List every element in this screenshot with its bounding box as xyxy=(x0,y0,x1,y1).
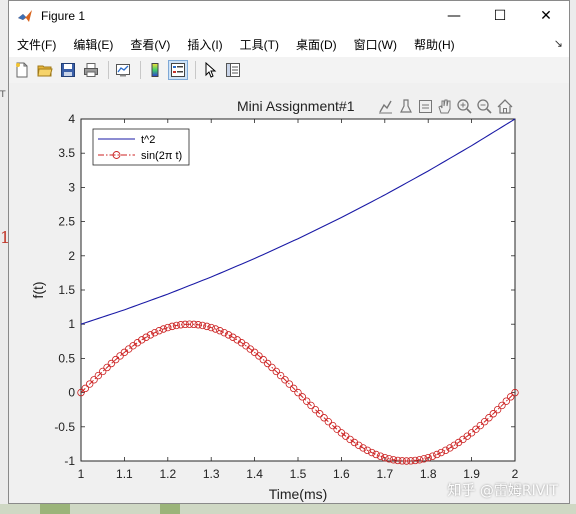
home-icon[interactable] xyxy=(497,99,513,114)
legend-label-series-1: t^2 xyxy=(141,134,155,146)
export-icon[interactable] xyxy=(379,100,392,114)
select-arrow-icon[interactable] xyxy=(200,60,220,80)
background-taskbar-strip xyxy=(0,504,576,514)
figure-canvas: 1 1.1 1.2 1.3 1.4 1.5 1.6 1.7 1.8 1.9 2 -1 -0.5 0 0.5… xyxy=(9,83,569,503)
window-title: Figure 1 xyxy=(41,9,86,23)
y-tick-label: 2 xyxy=(68,249,75,263)
menu-window[interactable]: 窗口(W) xyxy=(346,36,406,53)
figure-toolbar xyxy=(9,57,569,84)
y-tick-label: 3.5 xyxy=(58,146,75,160)
data-tip-icon[interactable] xyxy=(419,100,432,113)
x-axis-label: Time(ms) xyxy=(269,486,328,502)
x-tick-label: 1.4 xyxy=(246,467,263,481)
title-bar[interactable]: Figure 1 — ☐ ✕ xyxy=(9,1,569,31)
background-window-right xyxy=(570,0,576,514)
menu-edit[interactable]: 编辑(E) xyxy=(65,36,122,53)
y-tick-label: 0 xyxy=(68,386,75,400)
menu-view[interactable]: 查看(V) xyxy=(122,36,179,53)
x-tick-labels: 1 1.1 1.2 1.3 1.4 1.5 1.6 1.7 1.8 1.9 2 xyxy=(78,467,519,481)
x-tick-label: 1.1 xyxy=(116,467,133,481)
minimize-button[interactable]: — xyxy=(431,1,477,31)
axes-background[interactable] xyxy=(80,118,516,462)
colorbar-icon[interactable] xyxy=(145,60,165,80)
x-tick-label: 2 xyxy=(512,467,519,481)
toolbar-separator xyxy=(108,61,109,79)
x-tick-label: 1.8 xyxy=(420,467,437,481)
x-tick-label: 1.3 xyxy=(203,467,220,481)
toolbar-separator xyxy=(195,61,196,79)
legend-icon[interactable] xyxy=(168,60,188,80)
menu-bar: 文件(F) 编辑(E) 查看(V) 插入(I) 工具(T) 桌面(D) 窗口(W… xyxy=(9,31,569,57)
background-text-small: T xyxy=(0,90,6,100)
x-tick-label: 1.5 xyxy=(290,467,307,481)
background-taskbar-item xyxy=(40,504,70,514)
brush-icon[interactable] xyxy=(400,99,412,113)
background-window-left: T 1 xyxy=(0,0,10,514)
legend[interactable]: t^2 sin(2π t) xyxy=(92,128,190,166)
y-tick-label: 0.5 xyxy=(58,351,75,365)
matlab-logo-icon xyxy=(18,10,32,22)
y-axis-label: f(t) xyxy=(30,281,46,298)
y-tick-label: 2.5 xyxy=(58,215,75,229)
chart-title: Mini Assignment#1 xyxy=(237,98,355,114)
print-icon[interactable] xyxy=(81,60,101,80)
open-file-icon[interactable] xyxy=(35,60,55,80)
link-plot-icon[interactable] xyxy=(113,60,133,80)
x-tick-label: 1.7 xyxy=(376,467,393,481)
menu-desktop[interactable]: 桌面(D) xyxy=(288,36,346,53)
y-tick-label: 3 xyxy=(68,180,75,194)
y-tick-label: -1 xyxy=(64,454,75,468)
y-tick-label: -0.5 xyxy=(54,420,75,434)
figure-window: Figure 1 — ☐ ✕ 文件(F) 编辑(E) 查看(V) 插入(I) 工… xyxy=(8,0,570,504)
watermark: 知乎 @雷姆RIVIT xyxy=(447,483,558,499)
menu-overflow-icon[interactable]: ↘ xyxy=(554,37,563,50)
new-figure-icon[interactable] xyxy=(12,60,32,80)
menu-help[interactable]: 帮助(H) xyxy=(406,36,464,53)
menu-file[interactable]: 文件(F) xyxy=(9,36,65,53)
x-tick-label: 1 xyxy=(78,467,85,481)
background-taskbar-item xyxy=(160,504,180,514)
y-tick-label: 1.5 xyxy=(58,283,75,297)
save-icon[interactable] xyxy=(58,60,78,80)
close-button[interactable]: ✕ xyxy=(523,1,569,31)
x-tick-label: 1.9 xyxy=(463,467,480,481)
pan-icon[interactable] xyxy=(438,99,451,114)
zoom-out-icon[interactable] xyxy=(477,99,492,114)
y-tick-labels: -1 -0.5 0 0.5 1 1.5 2 2.5 3 3.5 4 xyxy=(54,112,75,468)
maximize-button[interactable]: ☐ xyxy=(477,1,523,31)
zoom-in-icon[interactable] xyxy=(457,99,472,114)
axes-toolbar xyxy=(379,99,513,114)
y-tick-label: 1 xyxy=(68,317,75,331)
x-tick-label: 1.2 xyxy=(159,467,176,481)
x-tick-label: 1.6 xyxy=(333,467,350,481)
toolbar-separator xyxy=(140,61,141,79)
property-inspector-icon[interactable] xyxy=(223,60,243,80)
legend-label-series-2: sin(2π t) xyxy=(141,150,182,162)
menu-insert[interactable]: 插入(I) xyxy=(179,36,231,53)
menu-tools[interactable]: 工具(T) xyxy=(232,36,288,53)
plot-svg: 1 1.1 1.2 1.3 1.4 1.5 1.6 1.7 1.8 1.9 2 -1 -0.5 0 0.5… xyxy=(30,98,519,502)
y-tick-label: 4 xyxy=(68,112,75,126)
